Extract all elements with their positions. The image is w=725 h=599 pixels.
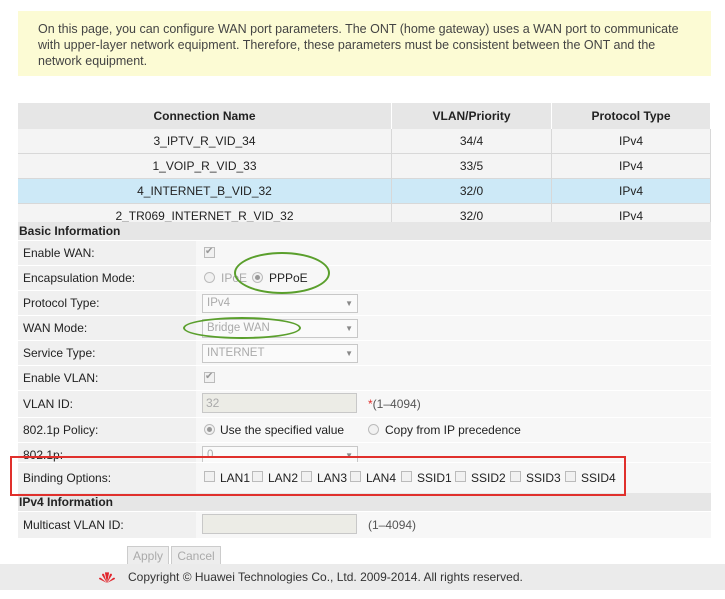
binding-options-row: Binding Options: LAN1 LAN2 LAN3 LAN4 SSI… <box>18 463 711 493</box>
enable-vlan-checkbox[interactable] <box>204 371 215 383</box>
vlan-id-hint: (1–4094) <box>372 397 421 411</box>
multicast-vlan-id-row: Multicast VLAN ID: (1–4094) <box>18 512 711 539</box>
huawei-logo-icon <box>99 572 115 583</box>
protocol-type-row: Protocol Type: IPv4 ▼ <box>18 291 711 316</box>
footer: Copyright © Huawei Technologies Co., Ltd… <box>0 564 725 590</box>
connection-name-cell: 4_INTERNET_B_VID_32 <box>18 178 392 204</box>
wan-mode-select[interactable]: Bridge WAN ▼ <box>202 319 358 338</box>
enable-vlan-label: Enable VLAN: <box>18 366 201 390</box>
8021p-value: 0 <box>207 449 214 461</box>
ssid2-label: SSID2 <box>471 471 506 485</box>
ipoe-radio[interactable] <box>204 272 215 283</box>
use-specified-value-label: Use the specified value <box>220 423 345 437</box>
ipv4-information-heading: IPv4 Information <box>18 493 711 511</box>
enable-wan-label: Enable WAN: <box>18 241 201 265</box>
copy-ip-precedence-radio[interactable] <box>368 424 379 435</box>
connection-name-cell: 1_VOIP_R_VID_33 <box>18 153 392 179</box>
pppoe-radio[interactable] <box>252 272 263 283</box>
service-type-row: Service Type: INTERNET ▼ <box>18 341 711 366</box>
chevron-down-icon: ▼ <box>345 451 353 460</box>
8021p-row: 802.1p: 0 ▼ <box>18 443 711 463</box>
ssid1-label: SSID1 <box>417 471 452 485</box>
chevron-down-icon: ▼ <box>345 299 353 308</box>
ssid4-label: SSID4 <box>581 471 616 485</box>
lan3-checkbox[interactable] <box>301 471 312 482</box>
protocol-type-label: Protocol Type: <box>18 291 201 315</box>
chevron-down-icon: ▼ <box>345 324 353 333</box>
apply-button[interactable]: Apply <box>127 546 169 566</box>
vlan-id-input[interactable]: 32 <box>202 393 357 413</box>
8021p-label: 802.1p: <box>18 443 201 462</box>
connection-name-cell: 3_IPTV_R_VID_34 <box>18 129 392 154</box>
wan-mode-label: WAN Mode: <box>18 316 201 340</box>
protocol-type-cell: IPv4 <box>551 129 711 154</box>
column-header-protocol-type: Protocol Type <box>551 103 711 129</box>
service-type-value: INTERNET <box>207 347 265 359</box>
ipoe-label: IPoE <box>221 271 248 285</box>
encapsulation-mode-row: Encapsulation Mode: IPoE PPPoE <box>18 266 711 291</box>
multicast-vlan-id-hint: (1–4094) <box>368 518 417 532</box>
table-row[interactable]: 3_IPTV_R_VID_34 34/4 IPv4 <box>18 129 711 154</box>
multicast-vlan-id-label: Multicast VLAN ID: <box>18 512 201 538</box>
8021p-policy-row: 802.1p Policy: Use the specified value C… <box>18 418 711 443</box>
enable-wan-checkbox[interactable] <box>204 246 215 258</box>
enable-wan-row: Enable WAN: <box>18 241 711 266</box>
vlan-priority-cell: 34/4 <box>391 129 552 154</box>
ssid3-label: SSID3 <box>526 471 561 485</box>
table-header-row: Connection Name VLAN/Priority Protocol T… <box>18 103 711 129</box>
pppoe-label: PPPoE <box>269 271 308 285</box>
use-specified-value-radio[interactable] <box>204 424 215 435</box>
column-header-connection-name: Connection Name <box>18 103 392 129</box>
ssid3-checkbox[interactable] <box>510 471 521 482</box>
vlan-priority-cell: 32/0 <box>391 178 552 204</box>
cancel-button[interactable]: Cancel <box>171 546 221 566</box>
page-description: On this page, you can configure WAN port… <box>18 11 711 76</box>
wan-mode-row: WAN Mode: Bridge WAN ▼ <box>18 316 711 341</box>
copy-ip-precedence-label: Copy from IP precedence <box>385 423 521 437</box>
basic-information-heading: Basic Information <box>18 222 711 240</box>
protocol-type-cell: IPv4 <box>551 178 711 204</box>
chevron-down-icon: ▼ <box>345 349 353 358</box>
ssid2-checkbox[interactable] <box>455 471 466 482</box>
table-row[interactable]: 1_VOIP_R_VID_33 33/5 IPv4 <box>18 153 711 179</box>
column-header-vlan-priority: VLAN/Priority <box>391 103 552 129</box>
enable-vlan-row: Enable VLAN: <box>18 366 711 391</box>
8021p-select[interactable]: 0 ▼ <box>202 446 358 462</box>
multicast-vlan-id-input[interactable] <box>202 514 357 534</box>
vlan-id-label: VLAN ID: <box>18 391 201 417</box>
lan4-label: LAN4 <box>366 471 397 485</box>
wan-connections-table: Connection Name VLAN/Priority Protocol T… <box>18 103 711 229</box>
wan-mode-value: Bridge WAN <box>207 322 270 334</box>
vlan-priority-cell: 33/5 <box>391 153 552 179</box>
lan1-label: LAN1 <box>220 471 251 485</box>
lan4-checkbox[interactable] <box>350 471 361 482</box>
table-row-selected[interactable]: 4_INTERNET_B_VID_32 32/0 IPv4 <box>18 178 711 204</box>
encapsulation-mode-label: Encapsulation Mode: <box>18 266 201 290</box>
protocol-type-cell: IPv4 <box>551 153 711 179</box>
service-type-label: Service Type: <box>18 341 201 365</box>
protocol-type-select[interactable]: IPv4 ▼ <box>202 294 358 313</box>
lan2-label: LAN2 <box>268 471 299 485</box>
copyright-text: Copyright © Huawei Technologies Co., Ltd… <box>128 570 523 584</box>
binding-options-label: Binding Options: <box>18 463 201 493</box>
vlan-id-row: VLAN ID: 32 *(1–4094) <box>18 391 711 418</box>
ssid1-checkbox[interactable] <box>401 471 412 482</box>
lan2-checkbox[interactable] <box>252 471 263 482</box>
ssid4-checkbox[interactable] <box>565 471 576 482</box>
protocol-type-value: IPv4 <box>207 297 231 309</box>
lan1-checkbox[interactable] <box>204 471 215 482</box>
lan3-label: LAN3 <box>317 471 348 485</box>
8021p-policy-label: 802.1p Policy: <box>18 418 201 442</box>
service-type-select[interactable]: INTERNET ▼ <box>202 344 358 363</box>
